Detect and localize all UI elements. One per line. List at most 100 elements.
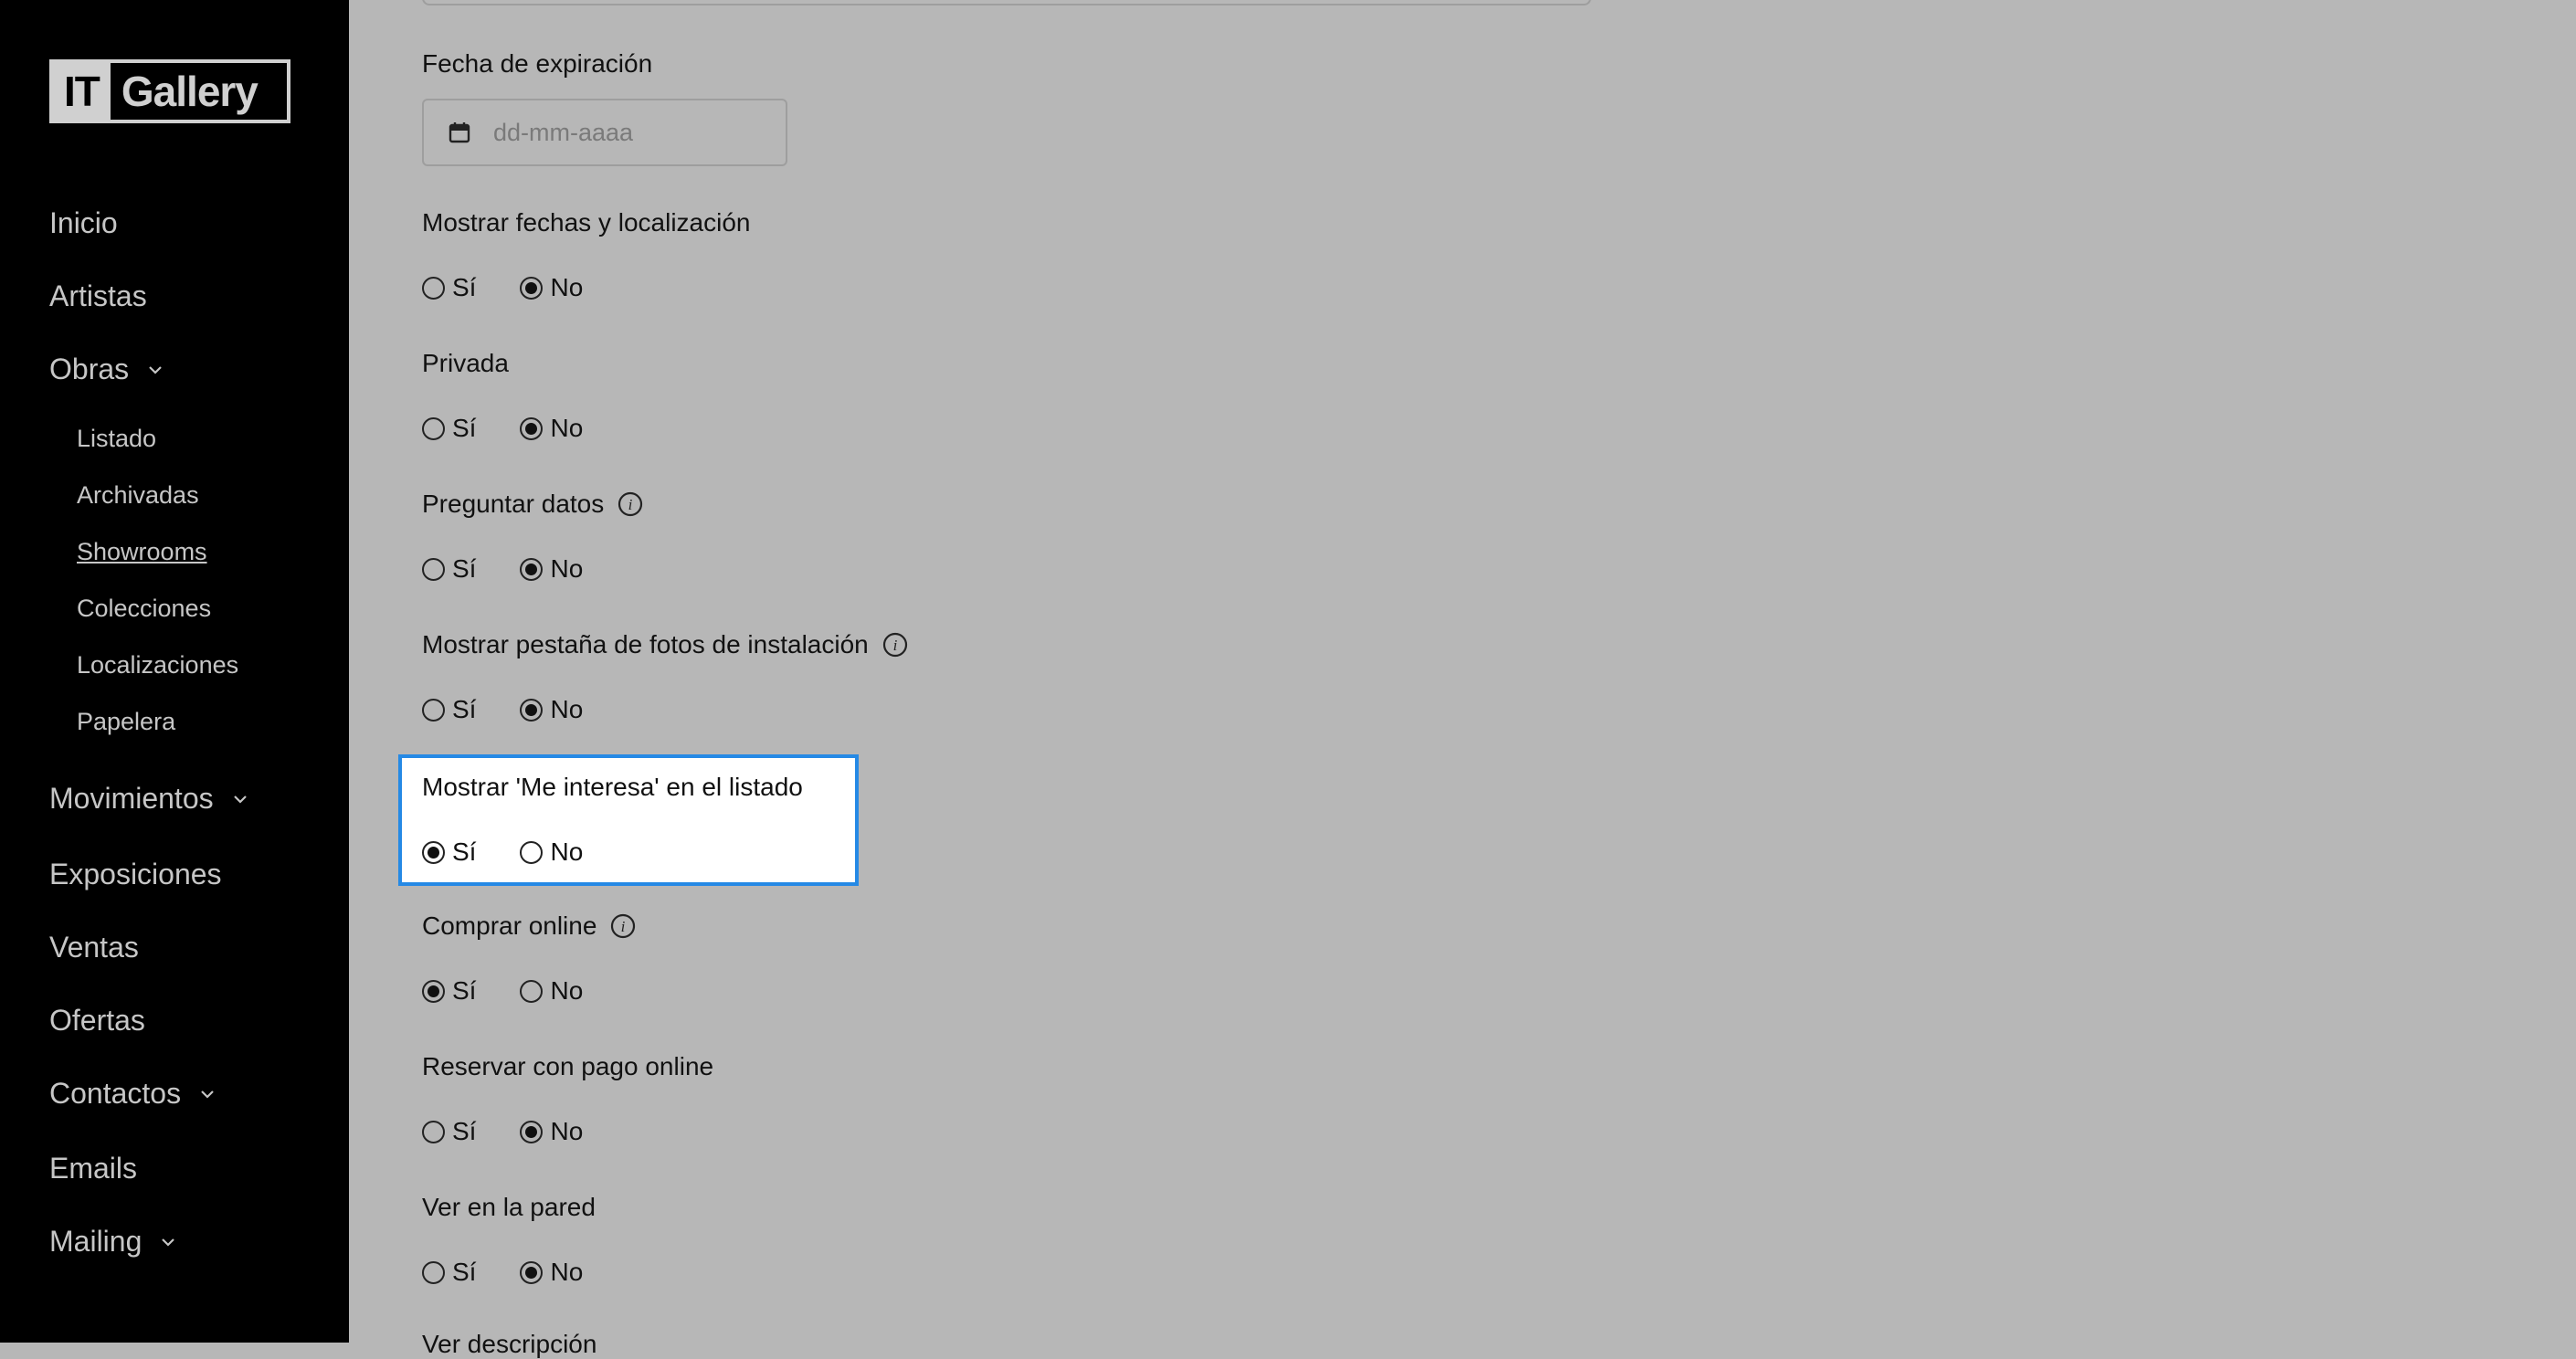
sidebar-sub-archivadas[interactable]: Archivadas: [77, 481, 199, 510]
label-text: Mostrar pestaña de fotos de instalación: [422, 630, 869, 658]
radio-option-no[interactable]: No: [520, 273, 583, 302]
radio-circle[interactable]: [422, 698, 445, 722]
radio-circle-checked[interactable]: [520, 557, 544, 581]
nav-label: Exposiciones: [49, 858, 222, 890]
field-label-partial: Ver descripción: [422, 1330, 597, 1358]
radio-group-ver-pared: Sí No: [422, 1258, 627, 1287]
radio-option-no[interactable]: No: [520, 695, 583, 724]
radio-option-si[interactable]: Sí: [422, 1117, 476, 1146]
radio-circle-checked[interactable]: [422, 840, 445, 864]
radio-option-no[interactable]: No: [520, 414, 583, 443]
info-icon[interactable]: i: [609, 912, 637, 940]
chevron-down-icon: [162, 1238, 175, 1247]
nav-item-ofertas[interactable]: Ofertas: [49, 1004, 145, 1038]
radio-circle-checked[interactable]: [520, 416, 544, 440]
sidebar-sub-colecciones[interactable]: Colecciones: [77, 595, 211, 623]
label-text: Preguntar datos: [422, 490, 605, 518]
highlighted-field-me-interesa: Mostrar 'Me interesa' en el listado Sí N…: [398, 754, 859, 886]
label-text: Comprar online: [422, 911, 597, 940]
brand-logo[interactable]: IT Gallery: [49, 59, 290, 123]
nav-label: Inicio: [49, 206, 118, 239]
main-form-area: Fecha de expiración Mostrar fechas y loc…: [349, 0, 2576, 1358]
radio-option-no[interactable]: No: [520, 1258, 583, 1287]
nav-item-obras[interactable]: Obras: [49, 353, 165, 386]
field-label-reservar-pago: Reservar con pago online: [422, 1052, 714, 1080]
logo-it-text: IT: [53, 63, 111, 120]
nav-label: Ofertas: [49, 1004, 145, 1037]
radio-label: No: [550, 838, 584, 866]
nav-item-exposiciones[interactable]: Exposiciones: [49, 858, 222, 891]
sidebar-sub-listado[interactable]: Listado: [77, 425, 156, 453]
radio-option-si[interactable]: Sí: [422, 273, 476, 302]
calendar-icon: [449, 122, 470, 143]
radio-label: No: [550, 1258, 584, 1286]
svg-text:i: i: [621, 918, 626, 935]
radio-option-si[interactable]: Sí: [422, 838, 476, 867]
radio-circle-checked[interactable]: [422, 979, 445, 1003]
sidebar-sub-papelera[interactable]: Papelera: [77, 708, 175, 736]
svg-text:i: i: [892, 637, 897, 654]
nav-item-artistas[interactable]: Artistas: [49, 279, 147, 313]
radio-group-reservar-pago: Sí No: [422, 1117, 627, 1146]
radio-circle[interactable]: [422, 1260, 445, 1284]
nav-label: Artistas: [49, 279, 147, 312]
fecha-expiracion-field[interactable]: [491, 117, 769, 148]
radio-circle[interactable]: [422, 557, 445, 581]
radio-option-no[interactable]: No: [520, 838, 583, 867]
fecha-expiracion-label: Fecha de expiración: [422, 49, 653, 78]
radio-circle[interactable]: [520, 979, 544, 1003]
chevron-down-icon: [233, 795, 247, 804]
radio-label: No: [550, 273, 584, 301]
radio-option-si[interactable]: Sí: [422, 1258, 476, 1287]
fecha-expiracion-input[interactable]: [422, 99, 787, 166]
radio-circle[interactable]: [520, 840, 544, 864]
radio-circle[interactable]: [422, 1120, 445, 1143]
radio-option-si[interactable]: Sí: [422, 976, 476, 1006]
radio-label: Sí: [452, 838, 477, 866]
radio-circle-checked[interactable]: [520, 1260, 544, 1284]
radio-option-no[interactable]: No: [520, 1117, 583, 1146]
nav-label: Obras: [49, 353, 130, 385]
radio-label: Sí: [452, 1117, 477, 1145]
field-label-mostrar-fechas: Mostrar fechas y localización: [422, 208, 751, 237]
info-icon[interactable]: i: [617, 490, 644, 518]
sidebar-sub-showrooms[interactable]: Showrooms: [77, 538, 207, 566]
radio-option-si[interactable]: Sí: [422, 414, 476, 443]
radio-label: No: [550, 1117, 584, 1145]
field-label-privada: Privada: [422, 349, 509, 377]
field-label-me-interesa: Mostrar 'Me interesa' en el listado: [422, 773, 803, 801]
nav-item-ventas[interactable]: Ventas: [49, 931, 139, 964]
radio-label: No: [550, 695, 584, 723]
radio-circle-checked[interactable]: [520, 276, 544, 300]
radio-option-no[interactable]: No: [520, 554, 583, 584]
field-label-fotos-instalacion: Mostrar pestaña de fotos de instalación …: [422, 630, 909, 659]
chevron-down-icon: [201, 1090, 214, 1099]
radio-circle[interactable]: [422, 276, 445, 300]
radio-label: Sí: [452, 414, 477, 442]
radio-group-mostrar-fechas: Sí No: [422, 273, 627, 302]
radio-option-si[interactable]: Sí: [422, 554, 476, 584]
radio-label: No: [550, 976, 584, 1005]
nav-label: Movimientos: [49, 782, 214, 815]
nav-item-mailing[interactable]: Mailing: [49, 1225, 178, 1259]
chevron-down-icon: [149, 365, 162, 374]
field-label-preguntar-datos: Preguntar datos i: [422, 490, 644, 519]
previous-field-input[interactable]: [422, 0, 1591, 5]
radio-option-si[interactable]: Sí: [422, 695, 476, 724]
radio-circle[interactable]: [422, 416, 445, 440]
radio-group-comprar-online: Sí No: [422, 976, 627, 1006]
radio-label: Sí: [452, 273, 477, 301]
sidebar-sub-localizaciones[interactable]: Localizaciones: [77, 651, 238, 680]
radio-label: Sí: [452, 1258, 477, 1286]
nav-item-contactos[interactable]: Contactos: [49, 1077, 217, 1111]
nav-item-emails[interactable]: Emails: [49, 1152, 137, 1185]
radio-option-no[interactable]: No: [520, 976, 583, 1006]
radio-circle-checked[interactable]: [520, 698, 544, 722]
info-icon[interactable]: i: [882, 631, 909, 658]
radio-label: Sí: [452, 554, 477, 583]
radio-group-preguntar-datos: Sí No: [422, 554, 627, 584]
nav-item-movimientos[interactable]: Movimientos: [49, 782, 250, 816]
nav-item-inicio[interactable]: Inicio: [49, 206, 118, 240]
radio-circle-checked[interactable]: [520, 1120, 544, 1143]
radio-label: Sí: [452, 695, 477, 723]
